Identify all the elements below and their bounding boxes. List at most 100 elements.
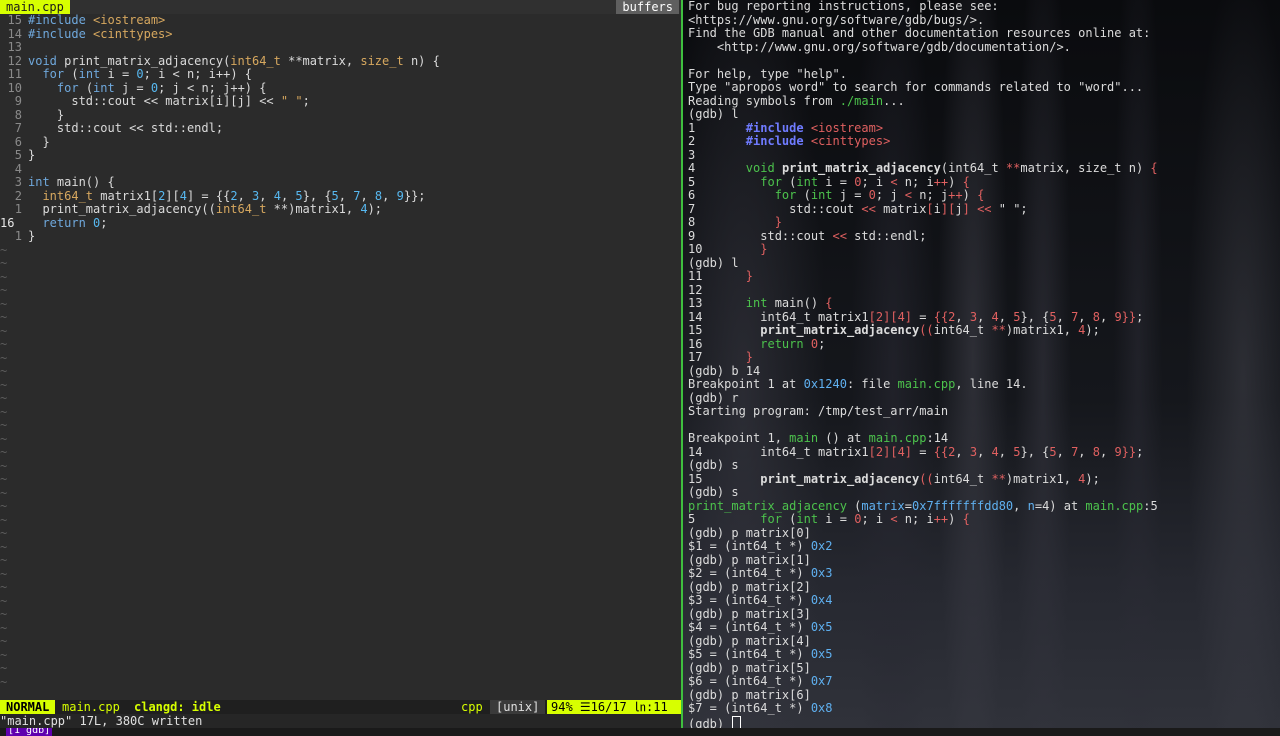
gdb-output-line: For help, type "help". xyxy=(688,66,847,81)
gdb-output-line: 4 void print_matrix_adjacency(int64_t **… xyxy=(688,161,1158,175)
tilde-glyph: ~ xyxy=(0,607,8,621)
line-number: 13 xyxy=(7,40,22,54)
code-text: for (int j = 0; j < n; j++) { xyxy=(56,80,267,95)
tmux-window-gdb[interactable]: [1 gdb] xyxy=(6,728,53,736)
tilde-glyph: ~ xyxy=(0,674,8,689)
tilde-glyph: ~ xyxy=(0,553,8,567)
code-text: std::cout << std::endl; xyxy=(28,121,224,135)
tilde-glyph: ~ xyxy=(0,472,8,486)
gdb-output-line: 12 xyxy=(688,282,703,297)
code-text: } xyxy=(28,229,36,243)
line-number: 16 xyxy=(0,215,15,230)
vim-tabline: main.cpp buffers xyxy=(0,0,681,14)
gdb-output-line: Find the GDB manual and other documentat… xyxy=(688,26,1151,40)
gdb-output-line: 14 int64_t matrix1[2][4] = {{2, 3, 4, 5}… xyxy=(688,309,1144,324)
line-number: 4 xyxy=(14,161,22,176)
gdb-prompt: (gdb) xyxy=(688,716,732,728)
gdb-output-line: 7 std::cout << matrix[i][j] << " "; xyxy=(688,201,1028,216)
tilde-glyph: ~ xyxy=(0,242,8,257)
vim-pane[interactable]: main.cpp buffers 15 #include <iostream> 14… xyxy=(0,0,685,736)
gdb-output-line: (gdb) p matrix[6] xyxy=(688,687,811,702)
tilde-glyph: ~ xyxy=(0,485,8,500)
line-number: 14 xyxy=(7,26,22,41)
gdb-output-line: $1 = (int64_t *) 0x2 xyxy=(688,539,833,553)
tab-main-cpp[interactable]: main.cpp xyxy=(0,0,70,14)
gdb-output-line: Breakpoint 1 at 0x1240: file main.cpp, l… xyxy=(688,377,1028,391)
gdb-prompt-line[interactable]: (gdb) xyxy=(688,715,742,728)
line-number: 2 xyxy=(14,188,22,203)
tilde-glyph: ~ xyxy=(0,634,8,648)
code-text: void print_matrix_adjacency(int64_t **ma… xyxy=(28,53,440,68)
tilde-glyph: ~ xyxy=(0,350,8,365)
line-number: 1 xyxy=(14,229,22,243)
tilde-glyph: ~ xyxy=(0,620,8,635)
gdb-output-line: $2 = (int64_t *) 0x3 xyxy=(688,566,833,580)
gdb-output-line: 14 int64_t matrix1[2][4] = {{2, 3, 4, 5}… xyxy=(688,444,1144,459)
tilde-glyph: ~ xyxy=(0,458,8,473)
tmux-status-bar: [1 gdb] xyxy=(0,728,1280,736)
line-number: 1 xyxy=(14,202,22,216)
tilde-glyph: ~ xyxy=(0,499,8,513)
line-number: 7 xyxy=(14,121,22,135)
terminal-cursor[interactable] xyxy=(732,715,742,728)
code-text: } xyxy=(28,134,50,149)
line-number: 8 xyxy=(14,107,22,122)
code-text: std::cout << matrix[i][j] << " "; xyxy=(28,94,310,108)
status-filetype: cpp xyxy=(461,700,483,714)
gdb-output-line: (gdb) p matrix[4] xyxy=(688,633,811,648)
gdb-output-line: 15 print_matrix_adjacency((int64_t **)ma… xyxy=(688,471,1100,486)
tilde-glyph: ~ xyxy=(0,431,8,446)
gdb-output-line: Breakpoint 1, main () at main.cpp:14 xyxy=(688,431,949,445)
status-fileformat: [unix] xyxy=(490,700,546,714)
gdb-output-line: 5 for (int i = 0; i < n; i++) { xyxy=(688,512,970,526)
mode-indicator: NORMAL xyxy=(0,700,56,714)
gdb-output-line: $3 = (int64_t *) 0x4 xyxy=(688,593,833,607)
tilde-glyph: ~ xyxy=(0,377,8,392)
gdb-output-line: Reading symbols from ./main... xyxy=(688,93,905,108)
gdb-output-line: 17 } xyxy=(688,350,754,364)
tilde-glyph: ~ xyxy=(0,580,8,594)
tilde-glyph: ~ xyxy=(0,512,8,527)
line-number: 6 xyxy=(14,134,22,149)
gdb-output-line: (gdb) b 14 xyxy=(688,363,761,378)
line-number: 12 xyxy=(7,53,22,68)
buffers-label[interactable]: buffers xyxy=(616,0,679,14)
gdb-output-line: $7 = (int64_t *) 0x8 xyxy=(688,701,833,715)
line-number: 15 xyxy=(7,13,22,27)
gdb-output-line: $5 = (int64_t *) 0x5 xyxy=(688,647,833,661)
gdb-output-line: <https://www.gnu.org/software/gdb/bugs/>… xyxy=(688,12,985,27)
gdb-output-line: 1 #include <iostream> xyxy=(688,120,884,135)
tilde-glyph: ~ xyxy=(0,566,8,581)
gdb-output-line: Starting program: /tmp/test_arr/main xyxy=(688,404,949,418)
line-number: 10 xyxy=(7,80,22,95)
gdb-output-line: print_matrix_adjacency (matrix=0x7ffffff… xyxy=(688,498,1158,513)
line-number: 5 xyxy=(14,148,22,162)
gdb-output-line: (gdb) l xyxy=(688,107,739,121)
gdb-output-line: 6 for (int j = 0; j < n; j++) { xyxy=(688,188,985,202)
gdb-output-line: 15 print_matrix_adjacency((int64_t **)ma… xyxy=(688,323,1100,337)
gdb-output-line: (gdb) l xyxy=(688,255,739,270)
gdb-output-line: <http://www.gnu.org/software/gdb/documen… xyxy=(688,39,1071,54)
line-number: 3 xyxy=(14,175,22,189)
gdb-output-line: (gdb) s xyxy=(688,458,739,472)
gdb-output-line: 2 #include <cinttypes> xyxy=(688,134,891,148)
gdb-output-line: (gdb) p matrix[1] xyxy=(688,552,811,567)
tilde-glyph: ~ xyxy=(0,593,8,608)
tilde-glyph: ~ xyxy=(0,445,8,459)
tilde-glyph: ~ xyxy=(0,323,8,338)
gdb-output-line: 11 } xyxy=(688,269,754,283)
tilde-glyph: ~ xyxy=(0,256,8,270)
tilde-glyph: ~ xyxy=(0,283,8,297)
tilde-glyph: ~ xyxy=(0,269,8,284)
gdb-output-line: 8 } xyxy=(688,215,782,229)
gdb-output-line: (gdb) p matrix[2] xyxy=(688,579,811,594)
tilde-glyph: ~ xyxy=(0,310,8,324)
code-text: return 0; xyxy=(42,215,108,230)
tilde-glyph: ~ xyxy=(0,296,8,311)
code-text: for (int i = 0; i < n; i++) { xyxy=(42,67,253,81)
code-editor[interactable]: 15 #include <iostream> 14 #include <cinttyp… xyxy=(0,13,681,700)
tilde-glyph: ~ xyxy=(0,391,8,405)
line-number: 9 xyxy=(14,94,22,108)
gdb-terminal-pane[interactable]: For bug reporting instructions, please s… xyxy=(683,0,1280,728)
vim-command-line[interactable]: "main.cpp" 17L, 380C written xyxy=(0,714,681,728)
